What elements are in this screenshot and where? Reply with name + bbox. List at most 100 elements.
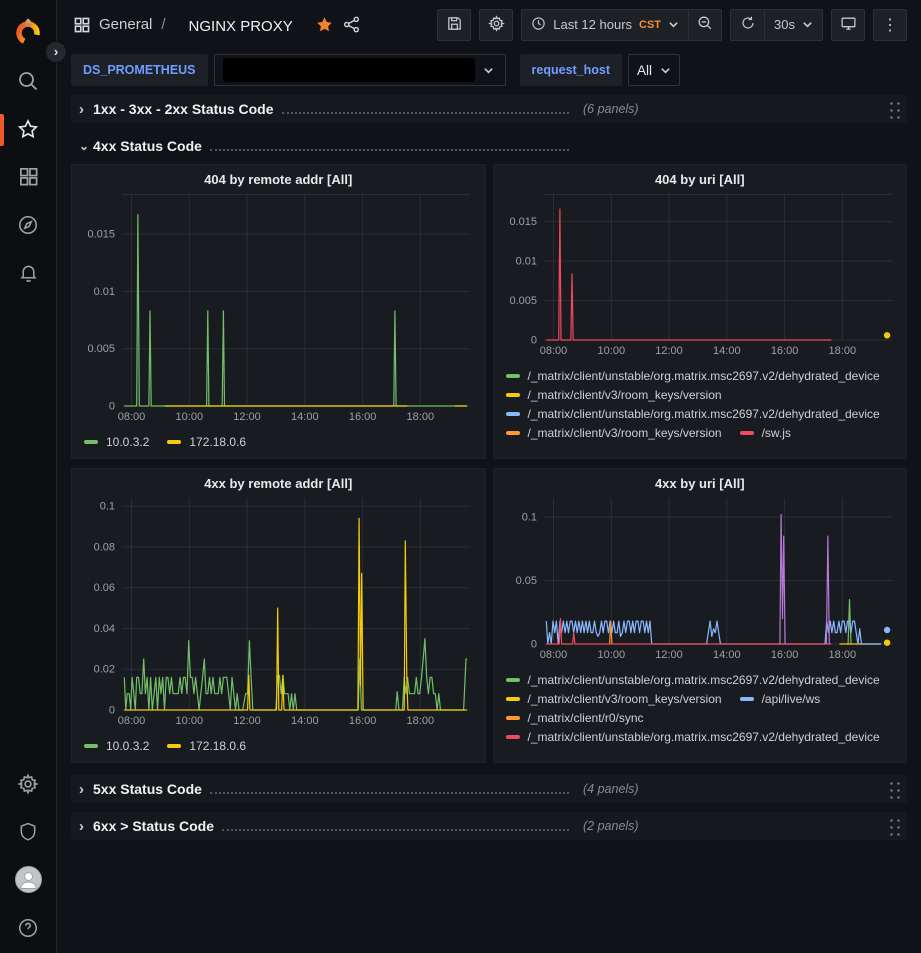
legend-swatch — [740, 431, 754, 435]
legend-swatch — [506, 374, 520, 378]
legend-swatch — [167, 744, 181, 748]
legend-item[interactable]: /_matrix/client/r0/sync — [506, 711, 644, 725]
sidebar-expand-button[interactable]: › — [45, 41, 67, 63]
row-toggle-6xx[interactable]: › 6xx > Status Code (2 panels) — [71, 818, 907, 835]
svg-text:10:00: 10:00 — [597, 345, 625, 357]
legend-label: 10.0.3.2 — [106, 435, 149, 449]
svg-text:14:00: 14:00 — [713, 345, 741, 357]
apps-grid-icon[interactable] — [73, 16, 91, 34]
refresh-icon — [740, 15, 756, 34]
svg-text:08:00: 08:00 — [539, 649, 567, 661]
legend-item[interactable]: /api/live/ws — [740, 692, 821, 706]
refresh-interval-picker[interactable]: 30s — [764, 9, 823, 41]
dashboard-scroll[interactable]: › 1xx - 3xx - 2xx Status Code (6 panels)… — [57, 91, 921, 953]
panel-title[interactable]: 404 by uri [All] — [504, 172, 897, 194]
zoom-out-time-button[interactable] — [688, 9, 722, 41]
row-toggle-5xx[interactable]: › 5xx Status Code (4 panels) — [71, 781, 907, 798]
svg-text:0.01: 0.01 — [515, 256, 536, 268]
request-host-variable-select[interactable]: All — [628, 54, 680, 86]
request-host-value: All — [637, 63, 652, 78]
datasource-variable-select[interactable] — [214, 54, 506, 86]
row-title: 1xx - 3xx - 2xx Status Code — [93, 101, 274, 117]
row-drag-handle[interactable] — [887, 99, 902, 119]
chart-canvas[interactable]: 08:0010:0012:0014:0016:0018:0000.050.1 — [504, 498, 897, 668]
chart-canvas[interactable]: 08:0010:0012:0014:0016:0018:0000.0050.01… — [82, 194, 475, 430]
svg-text:0: 0 — [530, 639, 536, 651]
sidebar-item-alerting[interactable] — [0, 250, 57, 298]
dashboard-settings-button[interactable] — [479, 9, 513, 41]
legend-item[interactable]: 10.0.3.2 — [84, 435, 149, 449]
share-icon[interactable] — [342, 15, 361, 34]
time-range-picker[interactable]: Last 12 hours CST — [521, 9, 688, 41]
panel-legend: /_matrix/client/unstable/org.matrix.msc2… — [504, 668, 897, 760]
legend-label: 172.18.0.6 — [189, 739, 246, 753]
panel-404-by-remote-addr: 404 by remote addr [All] 08:0010:0012:00… — [71, 164, 486, 459]
save-icon — [446, 15, 463, 35]
legend-item[interactable]: /_matrix/client/unstable/org.matrix.msc2… — [506, 673, 880, 687]
row-drag-handle[interactable] — [887, 816, 902, 836]
svg-text:12:00: 12:00 — [655, 649, 683, 661]
chart-canvas[interactable]: 08:0010:0012:0014:0016:0018:0000.020.040… — [82, 498, 475, 734]
save-dashboard-button[interactable] — [437, 9, 471, 41]
sidebar-item-configuration[interactable] — [0, 761, 57, 809]
chart-canvas[interactable]: 08:0010:0012:0014:0016:0018:0000.0050.01… — [504, 194, 897, 364]
svg-text:16:00: 16:00 — [770, 345, 798, 357]
panel-title[interactable]: 4xx by uri [All] — [504, 476, 897, 498]
legend-item[interactable]: 172.18.0.6 — [167, 739, 246, 753]
tv-mode-button[interactable] — [831, 9, 865, 41]
svg-text:0.015: 0.015 — [87, 229, 115, 241]
panel-title[interactable]: 4xx by remote addr [All] — [82, 476, 475, 498]
row-title: 4xx Status Code — [93, 138, 202, 154]
chevron-down-icon — [802, 19, 813, 30]
row-toggle-4xx[interactable]: ⌄ 4xx Status Code — [71, 138, 907, 154]
legend-item[interactable]: /_matrix/client/v3/room_keys/version — [506, 426, 722, 440]
main-area: General / NGINX PROXY — [57, 0, 921, 953]
kebab-icon: ⋮ — [882, 15, 898, 35]
help-icon — [17, 917, 39, 942]
redacted-value — [223, 58, 475, 82]
sidebar-item-starred[interactable] — [0, 106, 57, 154]
row-4xx: ⌄ 4xx Status Code — [71, 132, 907, 160]
legend-item[interactable]: 172.18.0.6 — [167, 435, 246, 449]
legend-item[interactable]: /_matrix/client/v3/room_keys/version — [506, 692, 722, 706]
svg-text:10:00: 10:00 — [176, 411, 204, 423]
legend-item[interactable]: /_matrix/client/unstable/org.matrix.msc2… — [506, 730, 880, 744]
variables-bar: DS_PROMETHEUS request_host All — [57, 49, 921, 91]
sidebar-item-explore[interactable] — [0, 202, 57, 250]
svg-text:0.015: 0.015 — [509, 216, 537, 228]
svg-text:12:00: 12:00 — [233, 715, 261, 727]
panel-title[interactable]: 404 by remote addr [All] — [82, 172, 475, 194]
chevron-down-icon — [483, 65, 494, 76]
legend-label: /_matrix/client/unstable/org.matrix.msc2… — [528, 730, 880, 744]
sidebar-item-help[interactable] — [0, 905, 57, 953]
chevron-down-icon — [660, 65, 671, 76]
sidebar-item-profile[interactable] — [0, 857, 57, 905]
row-title: 5xx Status Code — [93, 781, 202, 797]
dotted-leader — [210, 149, 569, 151]
sidebar: › — [0, 0, 57, 953]
legend-item[interactable]: 10.0.3.2 — [84, 739, 149, 753]
legend-item[interactable]: /sw.js — [740, 426, 791, 440]
sidebar-item-server-admin[interactable] — [0, 809, 57, 857]
breadcrumb-section[interactable]: General — [99, 16, 152, 33]
svg-text:0.02: 0.02 — [94, 664, 115, 676]
refresh-button[interactable] — [730, 9, 764, 41]
dotted-leader — [210, 792, 569, 794]
panel-legend: 10.0.3.2 172.18.0.6 — [82, 734, 475, 753]
breadcrumb-dashboard[interactable]: NGINX PROXY — [175, 14, 307, 35]
row-toggle-1xx[interactable]: › 1xx - 3xx - 2xx Status Code (6 panels) — [71, 101, 907, 118]
legend-swatch — [506, 412, 520, 416]
row-drag-handle[interactable] — [887, 779, 902, 799]
svg-text:12:00: 12:00 — [655, 345, 683, 357]
legend-item[interactable]: /_matrix/client/unstable/org.matrix.msc2… — [506, 369, 880, 383]
row-6xx: › 6xx > Status Code (2 panels) — [71, 812, 907, 840]
star-filled-icon[interactable] — [315, 15, 334, 34]
sidebar-item-search[interactable] — [0, 58, 57, 106]
legend-item[interactable]: /_matrix/client/unstable/org.matrix.msc2… — [506, 407, 880, 421]
legend-item[interactable]: /_matrix/client/v3/room_keys/version — [506, 388, 722, 402]
legend-label: /_matrix/client/unstable/org.matrix.msc2… — [528, 673, 880, 687]
svg-text:10:00: 10:00 — [176, 715, 204, 727]
sidebar-item-dashboards[interactable] — [0, 154, 57, 202]
gear-icon — [17, 773, 39, 798]
more-options-button[interactable]: ⋮ — [873, 9, 907, 41]
